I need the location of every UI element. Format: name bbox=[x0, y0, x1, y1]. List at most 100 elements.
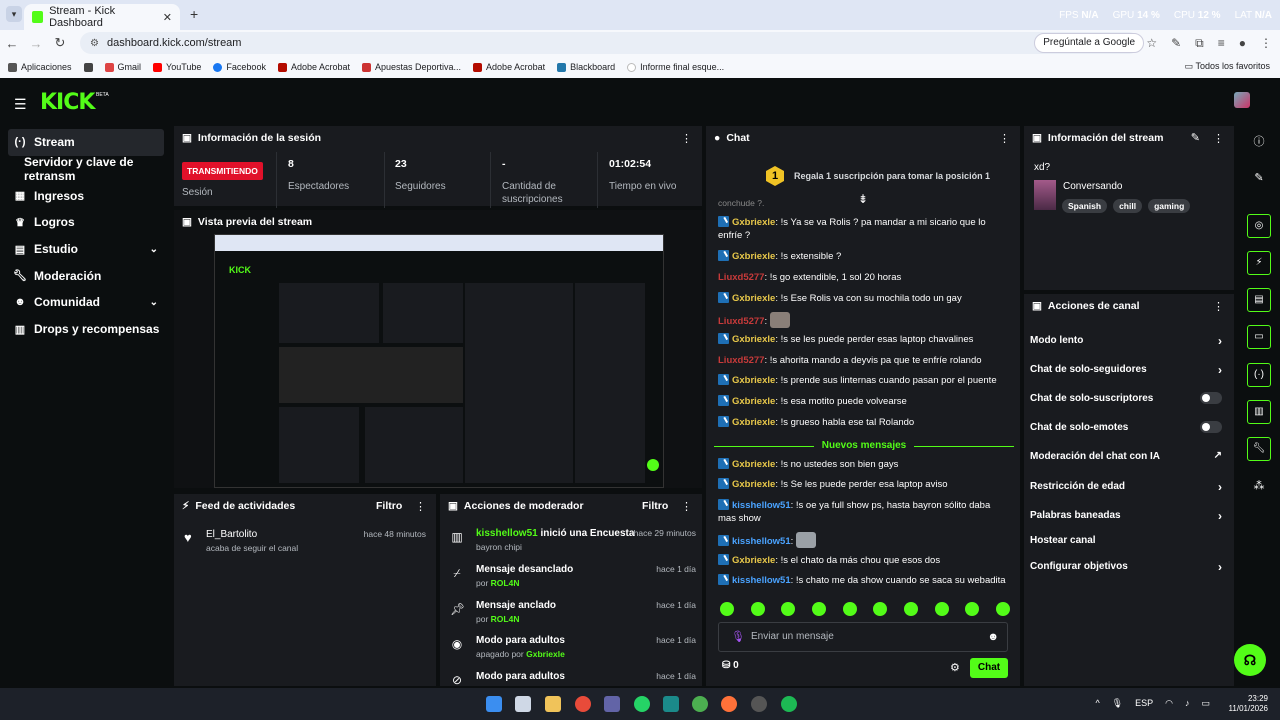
more-options-icon[interactable]: ⋮ bbox=[1213, 132, 1224, 145]
chat-username[interactable]: Gxbriexle bbox=[732, 555, 775, 566]
sidebar-item-studio[interactable]: ▤ Estudio ⌄ bbox=[0, 236, 172, 263]
send-chat-button[interactable]: Chat bbox=[970, 658, 1008, 678]
channel-action-followers-only[interactable]: Chat de solo-seguidores › bbox=[1030, 363, 1226, 377]
teams-icon[interactable] bbox=[604, 696, 620, 712]
emote-icon[interactable] bbox=[720, 602, 734, 616]
bookmark-item[interactable]: Blackboard bbox=[557, 62, 615, 72]
spotify-icon[interactable] bbox=[781, 696, 797, 712]
chat-username[interactable]: Liuxd5277 bbox=[718, 316, 764, 327]
mod-user[interactable]: ROL4N bbox=[491, 614, 520, 624]
chat-username[interactable]: Gxbriexle bbox=[732, 251, 775, 262]
hamburger-menu-icon[interactable]: ☰ bbox=[14, 96, 27, 113]
bookmark-item[interactable]: Aplicaciones bbox=[8, 62, 72, 72]
chat-username[interactable]: Gxbriexle bbox=[732, 293, 775, 304]
tray-chevron-icon[interactable]: ^ bbox=[1095, 698, 1099, 709]
subscribers-only-toggle[interactable] bbox=[1200, 392, 1222, 404]
bookmark-item[interactable]: Facebook bbox=[213, 62, 266, 72]
bookmark-item[interactable]: Adobe Acrobat bbox=[473, 62, 545, 72]
stream-preview-video[interactable]: KICK bbox=[214, 234, 664, 488]
chat-username[interactable]: kisshellow51 bbox=[732, 500, 791, 511]
broadcast-icon[interactable]: (·) bbox=[1247, 363, 1271, 387]
extensions-icon[interactable]: ⧉ bbox=[1195, 36, 1204, 51]
emote-icon[interactable] bbox=[811, 602, 826, 616]
all-bookmarks-button[interactable]: ▭ Todos los favoritos bbox=[1185, 61, 1270, 72]
pinned-message-icon[interactable]: ⇟ bbox=[858, 192, 868, 206]
more-options-icon[interactable]: ⋮ bbox=[415, 500, 426, 513]
sidebar-item-drops[interactable]: ▥ Drops y recompensas bbox=[0, 316, 172, 343]
emoji-icon[interactable]: ☻ bbox=[987, 623, 999, 651]
extensions-icon[interactable]: ⁂ bbox=[1247, 474, 1271, 498]
app-icon[interactable] bbox=[663, 696, 679, 712]
chat-username[interactable]: Liuxd5277 bbox=[718, 272, 764, 283]
bookmark-item[interactable]: Apuestas Deportiva... bbox=[362, 62, 461, 72]
emote-icon[interactable] bbox=[781, 602, 796, 616]
clip-icon[interactable]: ◎ bbox=[1247, 214, 1271, 238]
emotes-only-toggle[interactable] bbox=[1200, 421, 1222, 433]
tab-search-icon[interactable]: ▾ bbox=[6, 6, 22, 22]
bookmark-item[interactable]: YouTube bbox=[153, 62, 201, 72]
site-info-icon[interactable]: ⚙ bbox=[90, 38, 99, 49]
more-options-icon[interactable]: ⋮ bbox=[999, 132, 1010, 145]
channel-action-ai-moderation[interactable]: Moderación del chat con IA ↗ bbox=[1030, 450, 1226, 462]
volume-icon[interactable]: ♪ bbox=[1185, 698, 1190, 709]
language-indicator[interactable]: ESP bbox=[1135, 698, 1153, 709]
chat-username[interactable]: Liuxd5277 bbox=[718, 355, 764, 366]
bolt-icon[interactable]: ⚡︎ bbox=[1247, 251, 1271, 275]
sidebar-item-income[interactable]: ▦ Ingresos bbox=[0, 182, 172, 209]
stream-category[interactable]: Conversando bbox=[1063, 181, 1122, 192]
back-icon[interactable]: ← bbox=[0, 36, 24, 51]
chrome-active-icon[interactable] bbox=[692, 696, 708, 712]
bookmark-star-icon[interactable]: ☆ bbox=[1146, 36, 1157, 51]
ask-google-button[interactable]: Pregúntale a Google bbox=[1034, 33, 1144, 53]
mod-user[interactable]: ROL4N bbox=[491, 578, 520, 588]
channel-action-slow-mode[interactable]: Modo lento › bbox=[1030, 334, 1226, 348]
bookmark-item[interactable]: Informe final esque... bbox=[627, 62, 724, 72]
chat-icon[interactable]: ▭ bbox=[1247, 325, 1271, 349]
chat-username[interactable]: kisshellow51 bbox=[732, 575, 791, 586]
emote-icon[interactable] bbox=[842, 602, 857, 616]
chat-username[interactable]: Gxbriexle bbox=[732, 396, 775, 407]
whatsapp-icon[interactable] bbox=[634, 696, 650, 712]
chat-username[interactable]: Gxbriexle bbox=[732, 479, 775, 490]
new-tab-button[interactable]: + bbox=[190, 6, 198, 22]
store-icon[interactable] bbox=[515, 696, 531, 712]
chat-username[interactable]: Gxbriexle bbox=[732, 375, 775, 386]
sidebar-item-stream[interactable]: (·) Stream bbox=[8, 129, 164, 156]
chat-username[interactable]: Gxbriexle bbox=[732, 459, 775, 470]
chat-username[interactable]: Gxbriexle bbox=[732, 334, 775, 345]
channel-action-banned-words[interactable]: Palabras baneadas › bbox=[1030, 509, 1226, 523]
obs-icon[interactable] bbox=[751, 696, 767, 712]
emote-icon[interactable] bbox=[965, 602, 980, 616]
chat-username[interactable]: Gxbriexle bbox=[732, 217, 775, 228]
bookmark-item[interactable]: Adobe Acrobat bbox=[277, 62, 350, 72]
more-options-icon[interactable]: ⋮ bbox=[681, 500, 692, 513]
firefox-icon[interactable] bbox=[721, 696, 737, 712]
user-avatar[interactable] bbox=[1234, 92, 1250, 108]
profile-icon[interactable]: ● bbox=[1239, 36, 1246, 51]
gift-sub-banner[interactable]: 1 Regala 1 suscripción para tomar la pos… bbox=[766, 166, 990, 186]
edit-pencil-icon[interactable]: ✎ bbox=[1191, 131, 1200, 144]
media-icon[interactable]: ≡ bbox=[1218, 36, 1225, 51]
browser-tab[interactable]: Stream - Kick Dashboard ✕ bbox=[24, 4, 180, 30]
kick-logo[interactable]: KICK bbox=[40, 90, 95, 115]
channel-action-goals[interactable]: Configurar objetivos › bbox=[1030, 560, 1226, 574]
address-bar[interactable]: ⚙ dashboard.kick.com/stream bbox=[80, 32, 1140, 54]
chat-message-input[interactable]: 🎙︎ Enviar un mensaje ☻ bbox=[718, 622, 1008, 652]
emote-icon[interactable] bbox=[995, 602, 1010, 616]
channel-action-host[interactable]: Hostear canal bbox=[1030, 535, 1226, 546]
windows-start-icon[interactable] bbox=[486, 696, 502, 712]
wrench-icon[interactable]: 🔧︎ bbox=[1247, 437, 1271, 461]
file-explorer-icon[interactable] bbox=[545, 696, 561, 712]
emote-icon[interactable] bbox=[934, 602, 949, 616]
more-options-icon[interactable]: ⋮ bbox=[681, 132, 692, 145]
filter-button[interactable]: Filtro bbox=[642, 500, 668, 512]
mod-user[interactable]: kisshellow51 bbox=[476, 528, 538, 539]
mod-user[interactable]: Gxbriexle bbox=[526, 649, 565, 659]
emote-icon[interactable] bbox=[750, 602, 765, 616]
bookmark-item[interactable]: Gmail bbox=[104, 62, 141, 72]
emote-icon[interactable] bbox=[873, 602, 888, 616]
clock[interactable]: 23:29 11/01/2026 bbox=[1229, 694, 1268, 714]
menu-icon[interactable]: ⋮ bbox=[1260, 36, 1272, 51]
pen-icon[interactable]: ✎ bbox=[1171, 36, 1181, 51]
more-options-icon[interactable]: ⋮ bbox=[1213, 300, 1224, 313]
